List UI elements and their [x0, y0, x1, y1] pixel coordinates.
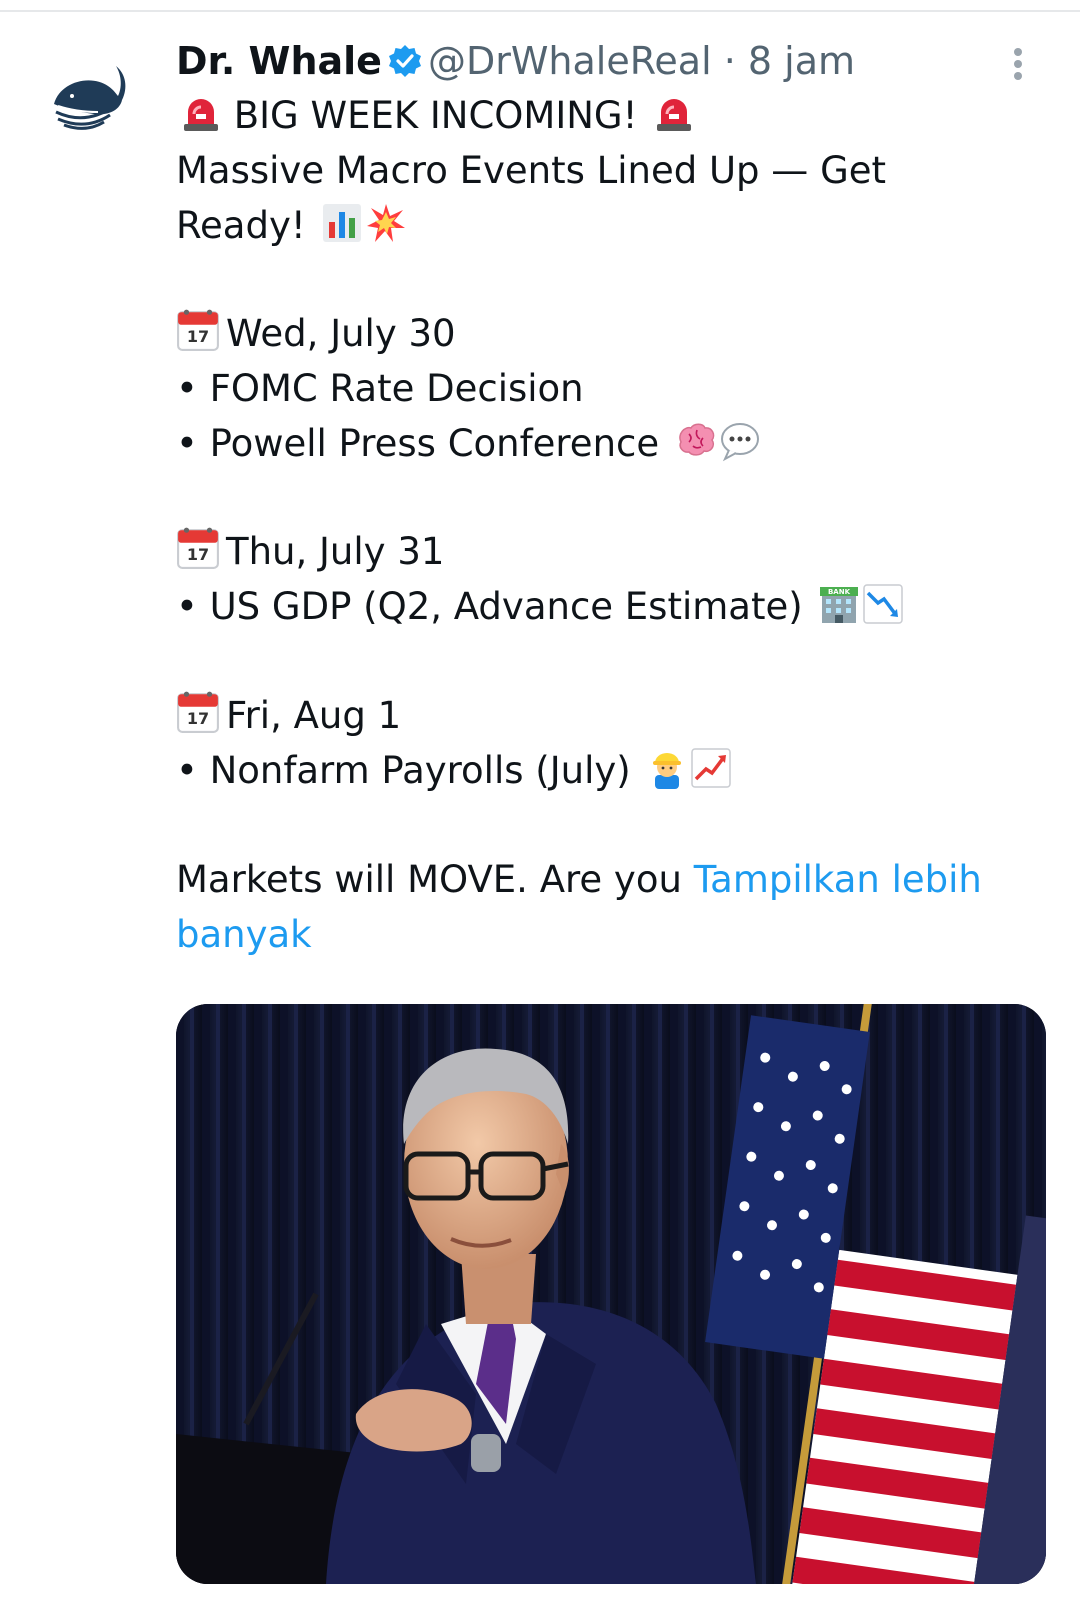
event-date-row: 17 Wed, July 30 — [176, 306, 456, 361]
tweet-line-ready: Ready! — [176, 198, 407, 253]
author-handle[interactable]: @DrWhaleReal — [428, 39, 712, 83]
event2-item-gdp-text: • US GDP (Q2, Advance Estimate) — [176, 585, 803, 628]
event3-date: Fri, Aug 1 — [226, 694, 402, 737]
show-more-link-end[interactable]: banyak — [176, 913, 312, 956]
calendar-day: 17 — [186, 709, 210, 728]
closing-line: Markets will MOVE. Are you Tampilkan leb… — [176, 852, 982, 907]
show-more-link-continued: banyak — [176, 907, 312, 962]
tweet-line-subhead: Massive Macro Events Lined Up — Get — [176, 149, 887, 192]
police-light-icon — [653, 92, 695, 134]
tweet-media-photo[interactable] — [176, 1004, 1046, 1584]
author-avatar[interactable] — [42, 52, 130, 140]
headline-text: BIG WEEK INCOMING! — [233, 94, 638, 137]
event2-date: Thu, July 31 — [226, 530, 445, 573]
calendar-icon: 17 — [176, 690, 220, 734]
speaker-photo — [176, 1004, 1046, 1584]
event2-item-gdp: • US GDP (Q2, Advance Estimate) — [176, 579, 904, 634]
construction-worker-icon — [646, 747, 688, 789]
tweet-header: Dr. Whale @DrWhaleReal · 8 jam — [176, 36, 855, 86]
author-name[interactable]: Dr. Whale — [176, 39, 382, 83]
brain-icon — [675, 420, 717, 462]
show-more-link[interactable]: Tampilkan lebih — [694, 858, 982, 901]
more-options-icon[interactable] — [1006, 44, 1030, 84]
event-date-row: 17 Thu, July 31 — [176, 524, 444, 579]
calendar-day: 17 — [186, 327, 210, 346]
event1-item-fomc: • FOMC Rate Decision — [176, 367, 584, 410]
whale-logo-icon — [44, 54, 128, 138]
event3-item-payrolls-text: • Nonfarm Payrolls (July) — [176, 749, 631, 792]
calendar-icon: 17 — [176, 526, 220, 570]
collision-icon — [365, 202, 407, 244]
speech-bubble-icon — [719, 420, 761, 462]
closing-text: Markets will MOVE. Are you — [176, 858, 682, 901]
chart-increasing-icon — [690, 747, 732, 789]
event1-item-powell-text: • Powell Press Conference — [176, 422, 660, 465]
event3-item-payrolls: • Nonfarm Payrolls (July) — [176, 743, 732, 798]
tweet-timestamp[interactable]: 8 jam — [748, 39, 855, 83]
bar-chart-icon — [321, 202, 363, 244]
tweet-line-headline: BIG WEEK INCOMING! — [176, 88, 695, 143]
event1-date: Wed, July 30 — [226, 312, 456, 355]
bank-icon — [818, 583, 860, 625]
header-separator: · — [723, 39, 736, 83]
event-date-row: 17 Fri, Aug 1 — [176, 688, 401, 743]
chart-decreasing-icon — [862, 583, 904, 625]
police-light-icon — [180, 92, 222, 134]
top-divider — [0, 10, 1080, 12]
ready-text: Ready! — [176, 204, 306, 247]
calendar-icon: 17 — [176, 308, 220, 352]
verified-badge-icon — [388, 40, 422, 90]
calendar-day: 17 — [186, 545, 210, 564]
event1-item-powell: • Powell Press Conference — [176, 416, 761, 471]
